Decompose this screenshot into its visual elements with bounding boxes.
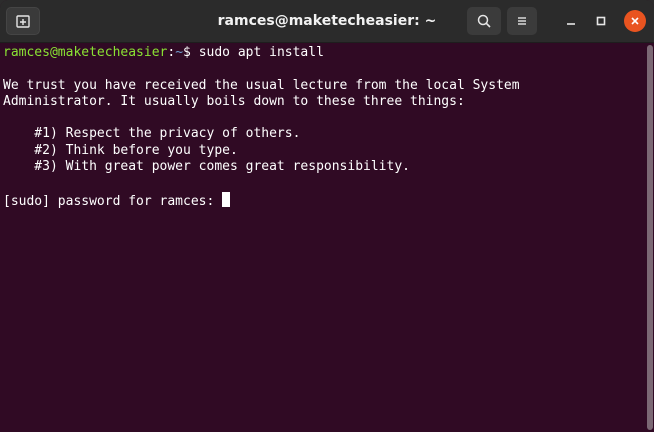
minimize-button[interactable] <box>557 7 585 35</box>
close-icon <box>631 17 639 25</box>
terminal-output[interactable]: ramces@maketecheasier:~$ sudo apt instal… <box>0 43 646 432</box>
scrollbar[interactable] <box>646 43 654 432</box>
prompt-path: ~ <box>175 45 184 60</box>
rule-line: #2) Think before you type. <box>3 142 238 158</box>
password-prompt: [sudo] password for ramces: <box>3 193 223 209</box>
prompt-symbol: $ <box>183 45 199 60</box>
prompt-user: ramces@maketecheasier <box>3 45 168 60</box>
lecture-line: We trust you have received the usual lec… <box>3 77 520 93</box>
search-icon <box>477 14 491 28</box>
hamburger-menu-icon <box>518 17 526 25</box>
search-button[interactable] <box>467 7 501 35</box>
lecture-line: Administrator. It usually boils down to … <box>3 93 465 109</box>
maximize-button[interactable] <box>587 7 615 35</box>
title-bar[interactable]: ramces@maketecheasier: ~ <box>0 0 654 43</box>
close-button[interactable] <box>624 10 646 32</box>
rule-line: #3) With great power comes great respons… <box>3 159 410 175</box>
command-text: sudo apt install <box>198 45 324 60</box>
scrollbar-thumb[interactable] <box>647 45 653 430</box>
command-line: ramces@maketecheasier:~$ sudo apt instal… <box>3 45 646 61</box>
maximize-icon <box>596 16 606 26</box>
new-tab-icon <box>16 15 30 28</box>
minimize-icon <box>567 23 575 25</box>
menu-button[interactable] <box>507 7 537 35</box>
window-title: ramces@maketecheasier: ~ <box>217 13 437 29</box>
text-cursor <box>222 191 231 207</box>
rule-line: #1) Respect the privacy of others. <box>3 126 301 142</box>
password-line: [sudo] password for ramces: <box>3 191 646 209</box>
new-tab-button[interactable] <box>6 7 40 35</box>
terminal-window: ramces@maketecheasier: ~ ramces@maketech… <box>0 0 654 432</box>
